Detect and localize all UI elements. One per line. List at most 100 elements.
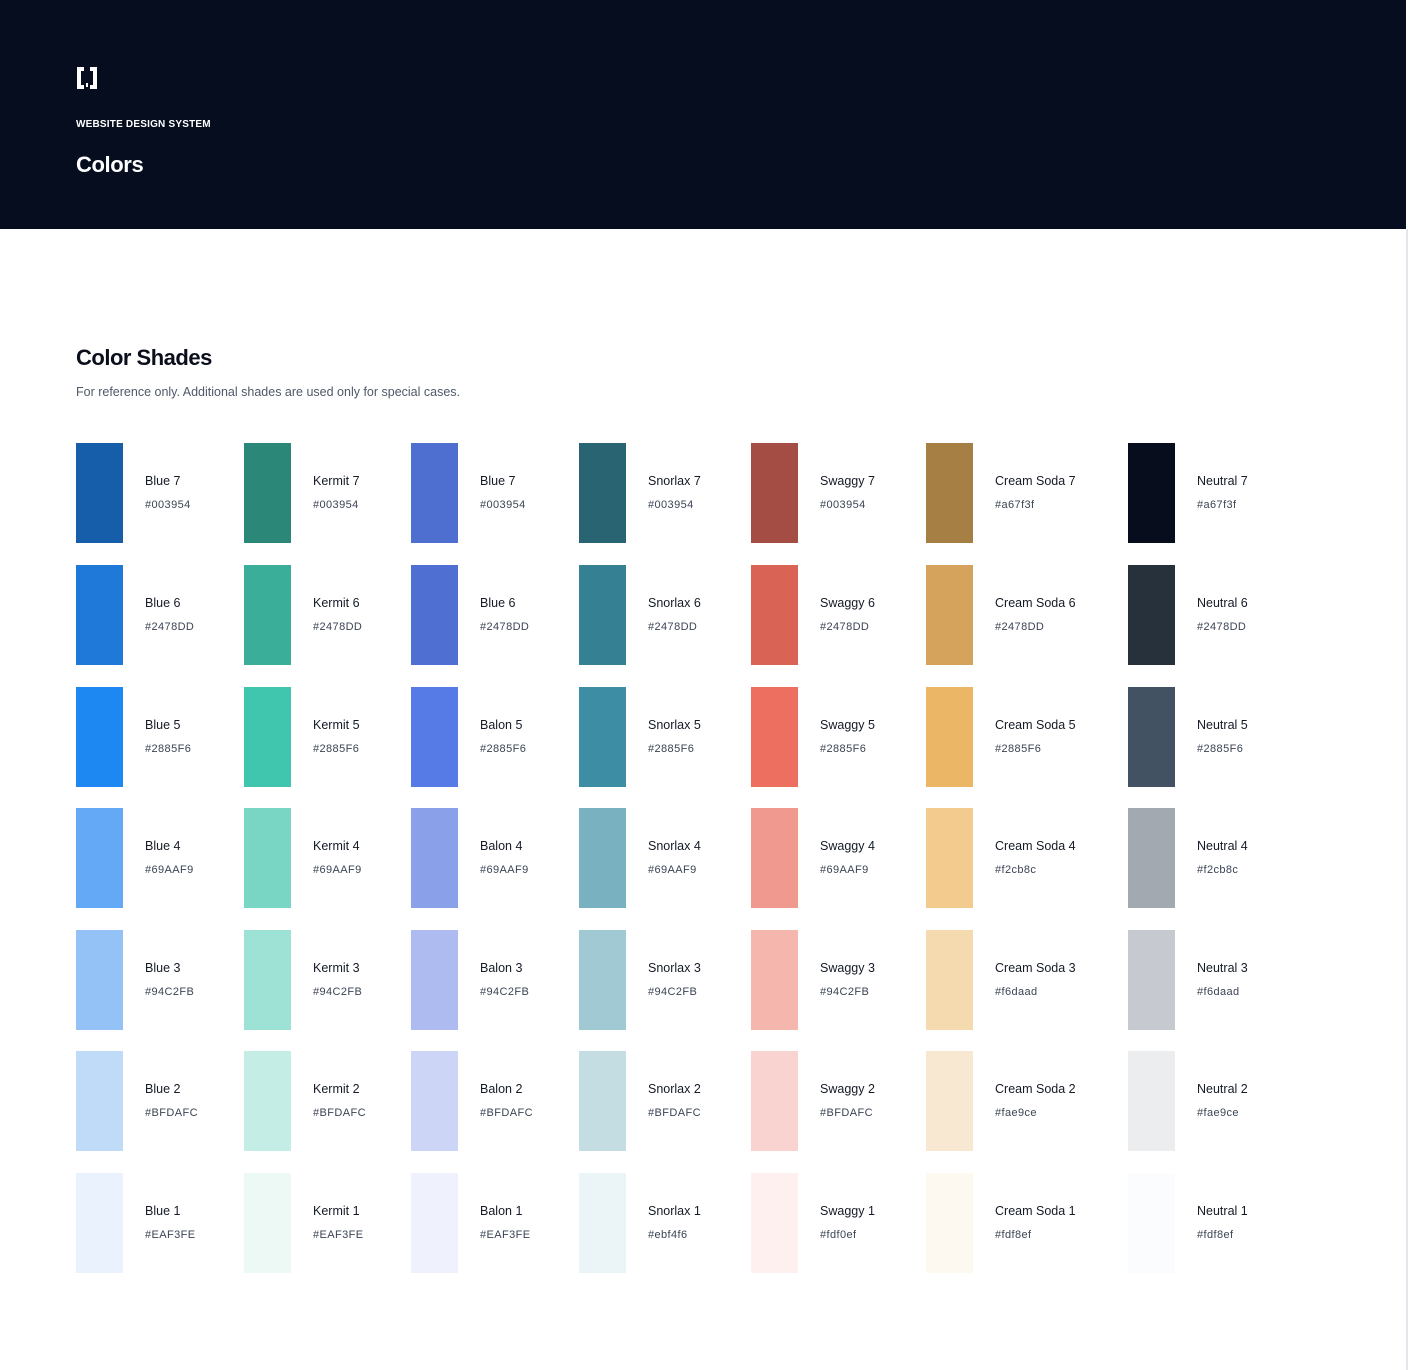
shade-name: Cream Soda 6	[995, 596, 1076, 610]
color-swatch	[926, 1051, 973, 1151]
shade-name: Blue 3	[145, 961, 181, 975]
shade-name: Neutral 5	[1197, 718, 1248, 732]
color-swatch	[411, 930, 458, 1030]
shade-name: Blue 6	[480, 596, 516, 610]
color-shade: Cream Soda 2 #fae9ce	[926, 1051, 1106, 1151]
shade-hex: #003954	[648, 499, 694, 511]
color-shade: Snorlax 1 #ebf4f6	[579, 1173, 759, 1273]
shade-hex: #003954	[145, 499, 191, 511]
shade-hex: #94C2FB	[820, 986, 870, 998]
shade-name: Blue 4	[145, 839, 181, 853]
shade-hex: #ebf4f6	[648, 1229, 688, 1241]
color-swatch	[1128, 930, 1175, 1030]
palette-column-blue: Blue 7 #003954 Blue 6 #2478DD Blue 5 #28…	[76, 443, 256, 1273]
shade-name: Snorlax 5	[648, 718, 701, 732]
color-swatch	[76, 1051, 123, 1151]
shade-hex: #fdf0ef	[820, 1229, 857, 1241]
color-shade: Snorlax 2 #BFDAFC	[579, 1051, 759, 1151]
color-shade: Snorlax 7 #003954	[579, 443, 759, 543]
color-swatch	[926, 1173, 973, 1273]
color-shade: Blue 3 #94C2FB	[76, 930, 256, 1030]
color-shade: Snorlax 6 #2478DD	[579, 565, 759, 665]
color-palette: Blue 7 #003954 Blue 6 #2478DD Blue 5 #28…	[0, 0, 1406, 1370]
shade-hex: #003954	[820, 499, 866, 511]
shade-name: Snorlax 4	[648, 839, 701, 853]
shade-name: Neutral 4	[1197, 839, 1248, 853]
shade-name: Kermit 2	[313, 1082, 360, 1096]
shade-name: Swaggy 4	[820, 839, 875, 853]
color-swatch	[579, 1051, 626, 1151]
color-shade: Cream Soda 6 #2478DD	[926, 565, 1106, 665]
color-swatch	[411, 565, 458, 665]
color-shade: Balon 4 #69AAF9	[411, 808, 591, 908]
shade-name: Snorlax 1	[648, 1204, 701, 1218]
color-shade: Snorlax 4 #69AAF9	[579, 808, 759, 908]
palette-column-snorlax: Snorlax 7 #003954 Snorlax 6 #2478DD Snor…	[579, 443, 759, 1273]
shade-hex: #2885F6	[313, 743, 360, 755]
shade-name: Swaggy 5	[820, 718, 875, 732]
shade-hex: #2478DD	[480, 621, 530, 633]
shade-hex: #EAF3FE	[145, 1229, 196, 1241]
shade-name: Swaggy 2	[820, 1082, 875, 1096]
color-shade: Neutral 7 #a67f3f	[1128, 443, 1308, 543]
shade-name: Snorlax 3	[648, 961, 701, 975]
color-swatch	[76, 565, 123, 665]
shade-hex: #f2cb8c	[1197, 864, 1239, 876]
color-swatch	[244, 930, 291, 1030]
color-shade: Blue 2 #BFDAFC	[76, 1051, 256, 1151]
shade-name: Kermit 6	[313, 596, 360, 610]
shade-hex: #94C2FB	[313, 986, 363, 998]
color-shade: Balon 1 #EAF3FE	[411, 1173, 591, 1273]
color-shade: Cream Soda 1 #fdf8ef	[926, 1173, 1106, 1273]
color-swatch	[579, 930, 626, 1030]
shade-hex: #2885F6	[648, 743, 695, 755]
shade-hex: #2478DD	[995, 621, 1045, 633]
shade-hex: #69AAF9	[480, 864, 529, 876]
shade-hex: #69AAF9	[313, 864, 362, 876]
shade-hex: #f6daad	[1197, 986, 1240, 998]
shade-hex: #69AAF9	[648, 864, 697, 876]
shade-name: Neutral 7	[1197, 474, 1248, 488]
shade-hex: #2885F6	[480, 743, 527, 755]
color-shade: Blue 6 #2478DD	[411, 565, 591, 665]
color-swatch	[76, 687, 123, 787]
shade-name: Swaggy 6	[820, 596, 875, 610]
shade-name: Snorlax 2	[648, 1082, 701, 1096]
palette-column-balon: Blue 7 #003954 Blue 6 #2478DD Balon 5 #2…	[411, 443, 591, 1273]
shade-name: Kermit 7	[313, 474, 360, 488]
shade-hex: #BFDAFC	[313, 1107, 366, 1119]
color-shade: Cream Soda 5 #2885F6	[926, 687, 1106, 787]
shade-name: Neutral 2	[1197, 1082, 1248, 1096]
color-swatch	[751, 1051, 798, 1151]
shade-name: Cream Soda 7	[995, 474, 1076, 488]
shade-name: Kermit 1	[313, 1204, 360, 1218]
color-swatch	[926, 565, 973, 665]
color-shade: Cream Soda 3 #f6daad	[926, 930, 1106, 1030]
shade-name: Cream Soda 4	[995, 839, 1076, 853]
shade-hex: #2478DD	[648, 621, 698, 633]
color-shade: Swaggy 2 #BFDAFC	[751, 1051, 931, 1151]
shade-hex: #2885F6	[820, 743, 867, 755]
color-swatch	[751, 687, 798, 787]
color-shade: Cream Soda 7 #a67f3f	[926, 443, 1106, 543]
color-shade: Snorlax 5 #2885F6	[579, 687, 759, 787]
shade-hex: #69AAF9	[820, 864, 869, 876]
color-swatch	[411, 687, 458, 787]
color-shade: Neutral 5 #2885F6	[1128, 687, 1308, 787]
shade-hex: #EAF3FE	[313, 1229, 364, 1241]
color-shade: Swaggy 7 #003954	[751, 443, 931, 543]
shade-name: Balon 1	[480, 1204, 523, 1218]
color-swatch	[926, 930, 973, 1030]
shade-name: Neutral 3	[1197, 961, 1248, 975]
color-shade: Neutral 1 #fdf8ef	[1128, 1173, 1308, 1273]
shade-hex: #003954	[313, 499, 359, 511]
shade-name: Balon 5	[480, 718, 523, 732]
color-swatch	[1128, 687, 1175, 787]
color-swatch	[751, 443, 798, 543]
color-shade: Snorlax 3 #94C2FB	[579, 930, 759, 1030]
color-swatch	[751, 808, 798, 908]
color-shade: Swaggy 5 #2885F6	[751, 687, 931, 787]
color-shade: Balon 3 #94C2FB	[411, 930, 591, 1030]
shade-hex: #a67f3f	[995, 499, 1035, 511]
shade-hex: #2478DD	[1197, 621, 1247, 633]
